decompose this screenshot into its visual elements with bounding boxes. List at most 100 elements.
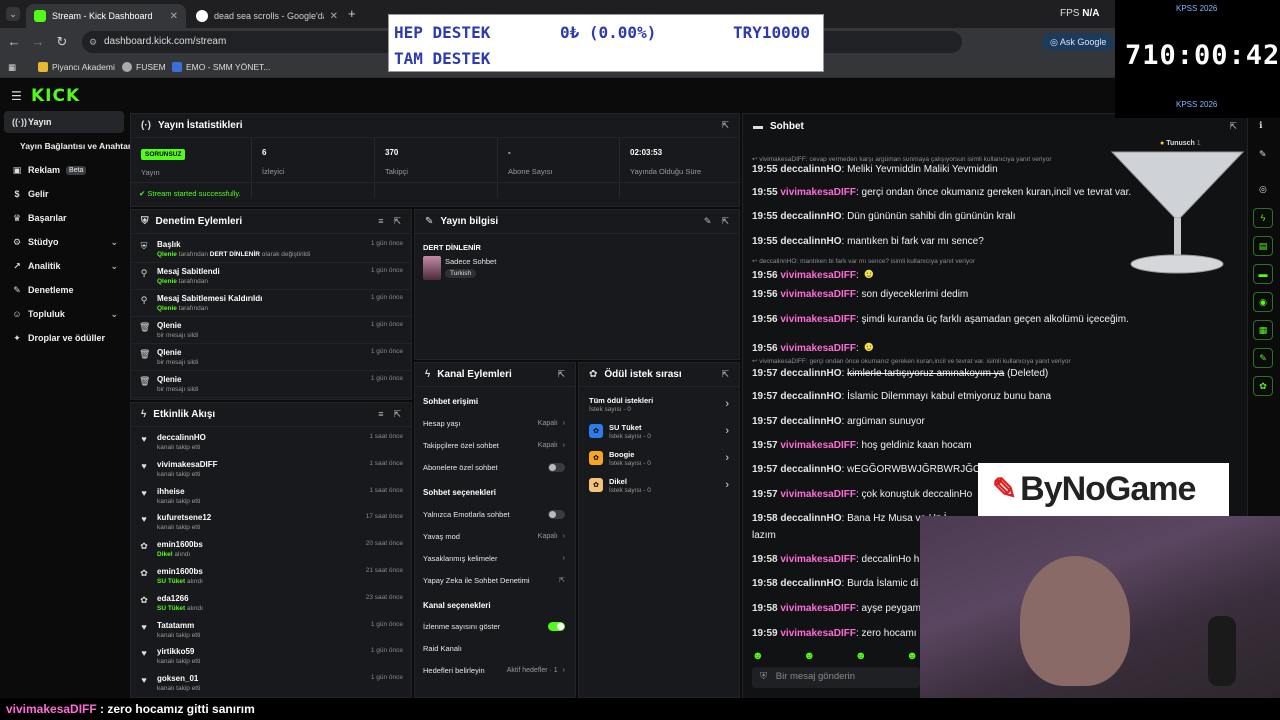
channel-option[interactable]: Yavaş mod Kapalı › xyxy=(423,526,565,546)
chat-username[interactable]: vivimakesaDIFF xyxy=(780,603,856,614)
channel-option[interactable]: Takipçilere özel sohbet Kapalı › xyxy=(423,435,565,455)
channel-option[interactable]: Yalnızca Emotlarla sohbet xyxy=(423,504,565,524)
popout-icon[interactable]: ⇱ xyxy=(393,409,401,420)
ask-google-button[interactable]: ◎ Ask Google xyxy=(1042,33,1115,51)
reload-icon[interactable]: ↻ xyxy=(54,34,70,50)
chat-username[interactable]: deccalinnHO xyxy=(780,464,841,475)
activity-user[interactable]: kufuretsene12 xyxy=(157,513,211,522)
edit-icon[interactable]: ✎ xyxy=(704,216,712,227)
popout-icon[interactable]: ⇱ xyxy=(721,216,729,227)
bookmark-item[interactable]: FUSEM xyxy=(122,60,166,74)
chat-username[interactable]: deccalinnHO xyxy=(780,416,841,427)
chat-input[interactable]: ⛨ Bir mesaj gönderin xyxy=(752,667,920,688)
channel-option[interactable]: Abonelere özel sohbet xyxy=(423,457,565,477)
channel-option[interactable]: İzlenme sayısını göster xyxy=(423,616,565,636)
calendar-tool-icon[interactable]: ▦ xyxy=(1253,320,1273,340)
wrench-tool-icon[interactable]: ✎ xyxy=(1253,348,1273,368)
close-icon[interactable]: ✕ xyxy=(330,11,338,22)
emote-icon[interactable]: ☻ xyxy=(855,650,867,666)
chat-username[interactable]: vivimakesaDIFF xyxy=(780,554,856,565)
activity-user[interactable]: yirtikko59 xyxy=(157,647,200,656)
chat-username[interactable]: vivimakesaDIFF xyxy=(780,187,856,198)
filter-icon[interactable]: ≡ xyxy=(378,216,383,227)
apps-icon[interactable]: ▦ xyxy=(8,60,16,74)
emote-icon[interactable]: ☻ xyxy=(906,650,918,666)
chat-username[interactable]: deccalinnHO xyxy=(780,236,841,247)
bookmark-item[interactable]: EMO - SMM YÖNET... xyxy=(172,60,270,74)
all-reward-requests[interactable]: Tüm ödül istekleri İstek sayısı - 0 › xyxy=(589,393,729,415)
bolt-tool-icon[interactable]: ϟ xyxy=(1253,208,1273,228)
activity-user[interactable]: eda1266 xyxy=(157,594,203,603)
chat-username[interactable]: deccalinnHO xyxy=(780,391,841,402)
popout-icon[interactable]: ⇱ xyxy=(1229,121,1237,132)
sidebar-item-droplar[interactable]: ✦ Droplar ve ödüller xyxy=(4,327,124,349)
sidebar-item-gelir[interactable]: $ Gelir xyxy=(4,183,124,205)
tab-search-icon[interactable]: ⌄ xyxy=(6,7,20,21)
chat-username[interactable]: deccalinnHO xyxy=(780,211,841,222)
tab-kick-dashboard[interactable]: Stream - Kick Dashboard ✕ xyxy=(26,4,186,28)
sidebar-item-analitik[interactable]: ↗ Analitik ⌄ xyxy=(4,255,124,277)
info-icon[interactable]: ℹ xyxy=(1259,120,1262,131)
chat-username[interactable]: vivimakesaDIFF xyxy=(780,343,856,354)
activity-user[interactable]: goksen_01 xyxy=(157,674,200,683)
activity-user[interactable]: deccalinnHO xyxy=(157,433,206,442)
broadcast-tool-icon[interactable]: ◉ xyxy=(1253,292,1273,312)
popout-icon[interactable]: ⇱ xyxy=(721,120,729,131)
filter-icon[interactable]: ≡ xyxy=(378,409,383,420)
tab-google-search[interactable]: dead sea scrolls - Google'da Ara ✕ xyxy=(188,4,346,28)
reward-item[interactable]: ✿ SU Tüket İstek sayısı - 0 › xyxy=(589,420,729,442)
sidebar-item-basarilar[interactable]: ♛ Başarılar xyxy=(4,207,124,229)
chat-username[interactable]: deccalinnHO xyxy=(780,578,841,589)
chat-tool-icon[interactable]: ▬ xyxy=(1253,264,1273,284)
reward-item[interactable]: ✿ Boogie İstek sayısı - 0 › xyxy=(589,447,729,469)
reward-tool-icon[interactable]: ✿ xyxy=(1253,376,1273,396)
hamburger-menu-icon[interactable]: ☰ xyxy=(11,89,22,103)
emote-icon[interactable]: ☻ xyxy=(803,650,815,666)
activity-user[interactable]: ihheise xyxy=(157,487,200,496)
target-icon[interactable]: ◎ xyxy=(1259,184,1267,195)
activity-user[interactable]: vivimakesaDIFF xyxy=(157,460,217,469)
toggle-switch[interactable] xyxy=(548,621,565,631)
chat-username[interactable]: vivimakesaDIFF xyxy=(780,489,856,500)
back-icon[interactable]: ← xyxy=(6,34,22,50)
channel-option[interactable]: Hedefleri belirleyin Aktif hedefler · 1 › xyxy=(423,660,565,680)
popout-icon[interactable]: ⇱ xyxy=(721,369,729,380)
popout-icon[interactable]: ⇱ xyxy=(557,369,565,380)
activity-user[interactable]: emin1600bs xyxy=(157,567,203,576)
sidebar-item-studyo[interactable]: ⚙ Stüdyo ⌄ xyxy=(4,231,124,253)
toggle-switch[interactable] xyxy=(548,509,565,519)
activity-user[interactable]: Tatatamm xyxy=(157,621,200,630)
toggle-switch[interactable] xyxy=(548,462,565,472)
channel-option[interactable]: Yasaklanmış kelimeler › xyxy=(423,548,565,568)
new-tab-icon[interactable]: + xyxy=(348,6,356,21)
stream-category[interactable]: Sadece Sohbet xyxy=(445,257,496,266)
activity-user[interactable]: emin1600bs xyxy=(157,540,203,549)
chat-username[interactable]: deccalinnHO xyxy=(780,513,841,524)
forward-icon[interactable]: → xyxy=(30,34,46,50)
pencil-icon[interactable]: ✎ xyxy=(1259,149,1267,160)
emote-icon[interactable]: ☻ xyxy=(752,650,764,666)
channel-option[interactable]: Hesap yaşı Kapalı › xyxy=(423,413,565,433)
sidebar-item-topluluk[interactable]: ☺ Topluluk ⌄ xyxy=(4,303,124,325)
site-info-icon[interactable]: ⚙ xyxy=(89,31,97,53)
document-tool-icon[interactable]: ▤ xyxy=(1253,236,1273,256)
chat-username[interactable]: vivimakesaDIFF xyxy=(780,270,856,281)
close-icon[interactable]: ✕ xyxy=(170,11,178,22)
chat-username[interactable]: deccalinnHO xyxy=(780,164,841,175)
chat-username[interactable]: deccalinnHO xyxy=(780,368,841,379)
sidebar-item-reklam[interactable]: ▣ Reklam Beta xyxy=(4,159,124,181)
chat-username[interactable]: vivimakesaDIFF xyxy=(780,289,856,300)
popout-icon[interactable]: ⇱ xyxy=(393,216,401,227)
bookmark-item[interactable]: Piyancı Akademi xyxy=(38,60,115,74)
chat-username[interactable]: vivimakesaDIFF xyxy=(780,628,856,639)
channel-option[interactable]: Yapay Zeka ile Sohbet Denetimi ⇱ xyxy=(423,570,565,590)
chat-username[interactable]: vivimakesaDIFF xyxy=(780,440,856,451)
sidebar-item-stream-key[interactable]: Yayın Bağlantısı ve Anahtarı xyxy=(4,135,134,157)
sidebar-item-denetleme[interactable]: ✎ Denetleme xyxy=(4,279,124,301)
chat-username[interactable]: vivimakesaDIFF xyxy=(780,314,856,325)
kick-logo[interactable]: KICK xyxy=(31,86,80,106)
channel-option[interactable]: Raid Kanalı xyxy=(423,638,565,658)
reward-item[interactable]: ✿ Dikel İstek sayısı - 0 › xyxy=(589,474,729,496)
chat-message: 19:55 deccalinnHO: Dün gününün sahibi di… xyxy=(752,211,1016,222)
sidebar-item-yayin[interactable]: ((·)) Yayın xyxy=(4,111,124,133)
